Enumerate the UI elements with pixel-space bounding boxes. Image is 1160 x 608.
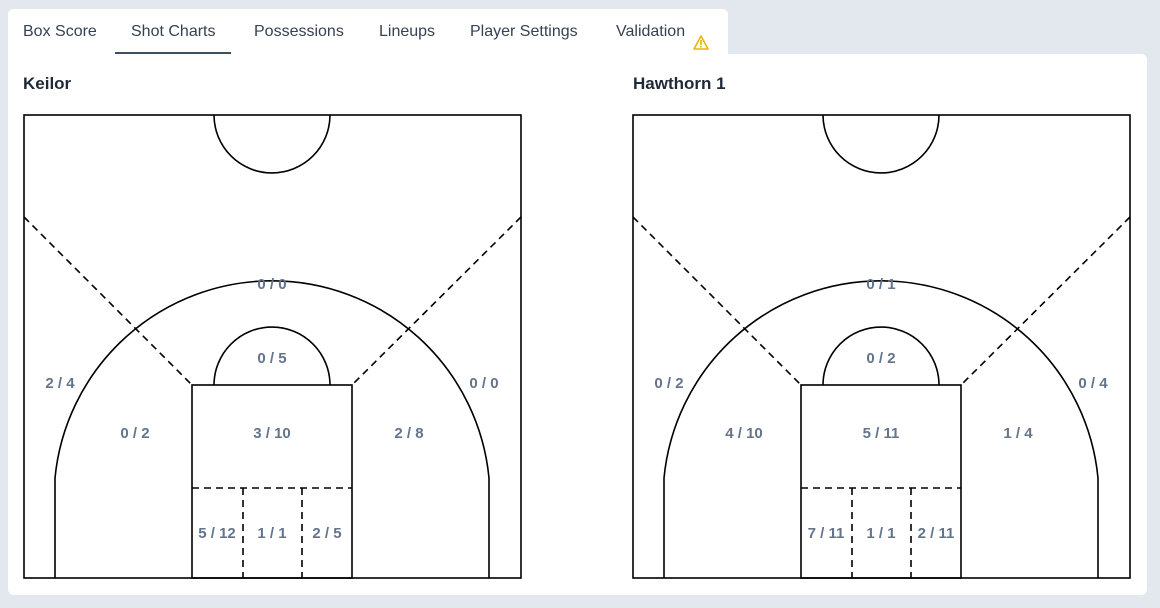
tab-shot-charts[interactable]: Shot Charts <box>115 9 232 54</box>
tab-lineups[interactable]: Lineups <box>379 9 435 52</box>
tab-player-settings[interactable]: Player Settings <box>470 9 578 52</box>
team-title-hawthorn: Hawthorn 1 <box>633 74 726 93</box>
zone-restricted-left: 5 / 12 <box>198 525 236 542</box>
zone-left-mid: 0 / 2 <box>120 425 149 442</box>
tab-validation-label: Validation <box>616 23 686 40</box>
zone-free-throw-circle: 0 / 2 <box>866 350 895 367</box>
zone-restricted-right: 2 / 5 <box>312 525 341 542</box>
zone-right-mid: 1 / 4 <box>1003 425 1033 442</box>
shot-chart-hawthorn: 0 / 1 0 / 2 0 / 4 4 / 10 1 / 4 0 / 2 5 /… <box>632 114 1131 579</box>
zone-left-corner-three: 0 / 2 <box>654 375 683 392</box>
tab-validation[interactable]: Validation <box>616 9 709 52</box>
zone-restricted-right: 2 / 11 <box>918 525 955 542</box>
zone-restricted-center: 1 / 1 <box>257 525 286 542</box>
zone-paint: 3 / 10 <box>253 425 291 442</box>
zone-right-corner-three: 0 / 0 <box>469 375 498 392</box>
zone-top-three: 0 / 1 <box>866 276 895 293</box>
tab-box-score[interactable]: Box Score <box>23 9 97 52</box>
team-title-keilor: Keilor <box>23 74 72 93</box>
zone-free-throw-circle: 0 / 5 <box>257 350 286 367</box>
shot-chart-keilor: 0 / 0 2 / 4 0 / 0 0 / 2 2 / 8 0 / 5 3 / … <box>23 114 522 579</box>
zone-left-corner-three: 2 / 4 <box>45 375 75 392</box>
zone-right-corner-three: 0 / 4 <box>1078 375 1108 392</box>
tab-bar: Box Score Shot Charts Possessions Lineup… <box>8 9 728 55</box>
zone-paint: 5 / 11 <box>863 425 900 442</box>
zone-top-three: 0 / 0 <box>257 276 286 293</box>
tab-possessions[interactable]: Possessions <box>254 9 344 52</box>
zone-left-mid: 4 / 10 <box>725 425 763 442</box>
zone-restricted-left: 7 / 11 <box>808 525 845 542</box>
zone-restricted-center: 1 / 1 <box>866 525 895 542</box>
zone-right-mid: 2 / 8 <box>394 425 423 442</box>
